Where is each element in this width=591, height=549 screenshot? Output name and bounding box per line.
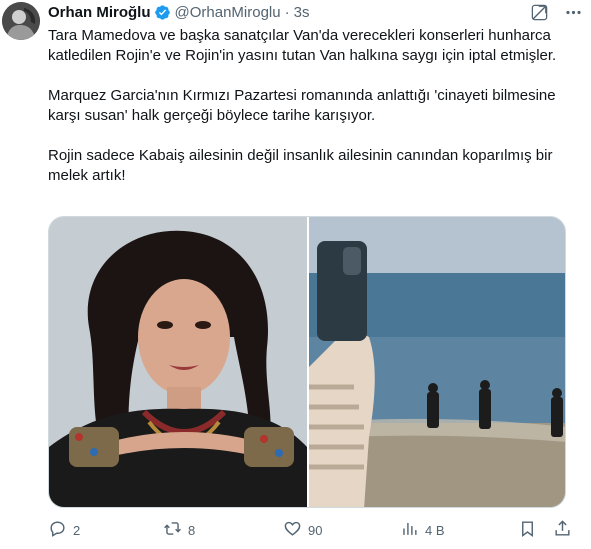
reply-button[interactable]: 2 bbox=[48, 520, 80, 540]
more-icon[interactable] bbox=[563, 2, 583, 22]
tweet-timestamp[interactable]: 3s bbox=[294, 4, 310, 21]
views-icon bbox=[400, 519, 419, 541]
verified-badge-icon bbox=[154, 4, 171, 21]
tweet[interactable]: Orhan Miroğlu @OrhanMiroglu · 3s Tara Ma… bbox=[0, 0, 591, 549]
grok-icon[interactable] bbox=[529, 2, 549, 22]
separator-dot: · bbox=[284, 3, 290, 21]
retweet-icon bbox=[163, 519, 182, 541]
tweet-header: Orhan Miroğlu @OrhanMiroglu · 3s bbox=[48, 2, 309, 22]
views-count: 4 B bbox=[425, 522, 445, 538]
share-button[interactable] bbox=[553, 520, 572, 540]
share-icon bbox=[553, 519, 572, 541]
like-count: 90 bbox=[308, 522, 323, 538]
avatar[interactable] bbox=[2, 2, 40, 40]
retweet-count: 8 bbox=[188, 522, 196, 538]
header-actions bbox=[529, 2, 583, 22]
like-button[interactable]: 90 bbox=[283, 520, 322, 540]
tweet-paragraph: Rojin sadece Kabaiş ailesinin değil insa… bbox=[48, 147, 553, 184]
bookmark-button[interactable] bbox=[518, 520, 537, 540]
display-name[interactable]: Orhan Miroğlu bbox=[48, 4, 151, 21]
user-handle[interactable]: @OrhanMiroglu bbox=[175, 4, 281, 21]
tweet-actions: 2 8 90 4 B bbox=[48, 520, 578, 540]
tweet-paragraph: Marquez Garcia'nın Kırmızı Pazartesi rom… bbox=[48, 87, 556, 124]
reply-icon bbox=[48, 519, 67, 541]
like-icon bbox=[283, 519, 302, 541]
singer-portrait-photo[interactable] bbox=[49, 217, 307, 507]
tweet-paragraph: Tara Mamedova ve başka sanatçılar Van'da… bbox=[48, 27, 557, 64]
bookmark-icon bbox=[518, 519, 537, 541]
reply-count: 2 bbox=[73, 522, 81, 538]
media-grid bbox=[48, 216, 566, 508]
retweet-button[interactable]: 8 bbox=[163, 520, 195, 540]
lake-shore-divers-photo[interactable] bbox=[309, 217, 565, 507]
tweet-text: Tara Mamedova ve başka sanatçılar Van'da… bbox=[48, 26, 580, 206]
views-button[interactable]: 4 B bbox=[400, 520, 445, 540]
